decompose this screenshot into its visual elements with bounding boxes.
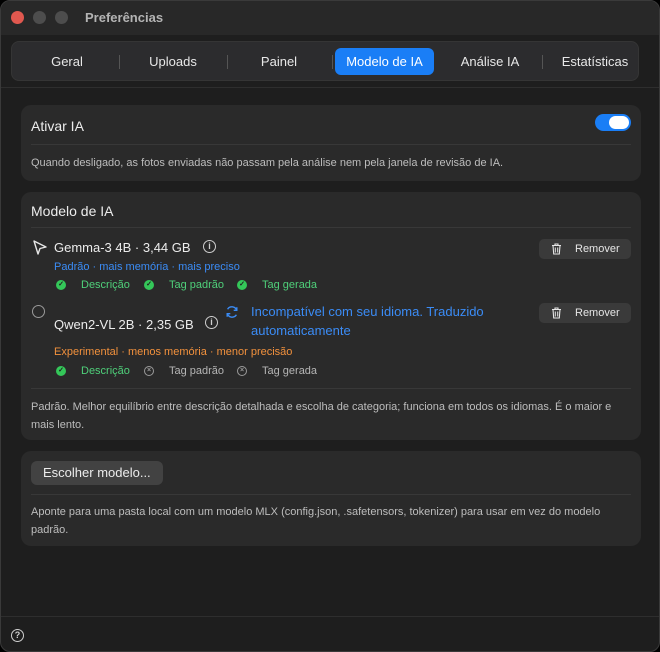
feature-label: Descrição <box>81 279 130 291</box>
model-description: Padrão. Melhor equilíbrio entre descriçã… <box>31 401 612 431</box>
minimize-window-button[interactable] <box>33 11 46 24</box>
remove-model-button[interactable]: Remover <box>539 303 631 323</box>
enable-ai-toggle[interactable] <box>595 114 631 131</box>
zoom-window-button[interactable] <box>55 11 68 24</box>
ai-model-section-title: Modelo de IA <box>31 203 114 219</box>
card-divider <box>31 494 631 495</box>
checkmark-icon: ✓ <box>237 280 247 290</box>
model-radio[interactable] <box>32 305 45 318</box>
enable-ai-description: Quando desligado, as fotos enviadas não … <box>31 157 504 169</box>
feature-label: Tag gerada <box>262 279 318 291</box>
remove-model-button[interactable]: Remover <box>539 239 631 259</box>
card-divider <box>31 144 631 145</box>
ai-model-card: Modelo de IA Gemma-3 4B · 3,44 GB i Padr… <box>21 192 641 440</box>
close-window-button[interactable] <box>11 11 24 24</box>
window-title: Preferências <box>85 10 164 25</box>
card-divider <box>31 388 631 389</box>
enable-ai-label: Ativar IA <box>31 118 84 134</box>
info-icon[interactable]: i <box>205 316 218 329</box>
tab-modelo-de-ia[interactable]: Modelo de IA <box>335 48 434 75</box>
model-name-gemma: Gemma-3 4B · 3,44 GB <box>54 240 191 255</box>
tab-uploads[interactable]: Uploads <box>124 48 222 75</box>
model-tags-gemma: Padrão · mais memória · mais preciso <box>54 261 240 273</box>
info-icon[interactable]: i <box>203 240 216 253</box>
remove-button-label: Remover <box>575 243 620 255</box>
x-circle-icon: × <box>237 366 247 376</box>
x-circle-icon: × <box>144 366 154 376</box>
tab-separator <box>227 55 228 69</box>
checkmark-icon: ✓ <box>144 280 154 290</box>
incompatible-language-warning: Incompatível com seu idioma. Traduzido a… <box>251 304 484 338</box>
tab-separator <box>119 55 120 69</box>
tab-painel[interactable]: Painel <box>230 48 328 75</box>
feature-label: Tag gerada <box>262 365 318 377</box>
custom-model-card: Escolher modelo... Aponte para uma pasta… <box>21 451 641 546</box>
checkmark-icon: ✓ <box>56 366 66 376</box>
remove-button-label: Remover <box>575 307 620 319</box>
model-name-qwen: Qwen2-VL 2B · 2,35 GB <box>54 317 194 332</box>
tab-geral[interactable]: Geral <box>18 48 116 75</box>
title-bar: Preferências <box>1 1 659 35</box>
tab-analise-ia[interactable]: Análise IA <box>440 48 540 75</box>
tab-estatisticas[interactable]: Estatísticas <box>545 48 645 75</box>
preferences-window: Preferências Geral Uploads Painel Modelo… <box>0 0 660 652</box>
feature-label: Descrição <box>81 365 130 377</box>
footer-divider <box>1 616 659 617</box>
custom-model-description: Aponte para uma pasta local com um model… <box>31 506 601 536</box>
tab-separator <box>332 55 333 69</box>
question-circle-icon[interactable]: ? <box>11 629 24 642</box>
choose-model-button[interactable]: Escolher modelo... <box>31 461 163 485</box>
cursor-arrow-icon <box>33 240 47 255</box>
tab-bar: Geral Uploads Painel Modelo de IA Anális… <box>11 41 639 81</box>
model-selected-radio[interactable] <box>32 240 47 255</box>
content-divider <box>1 87 659 88</box>
refresh-icon <box>226 306 238 318</box>
enable-ai-card: Ativar IA Quando desligado, as fotos env… <box>21 105 641 181</box>
model-tags-qwen: Experimental · menos memória · menor pre… <box>54 346 293 358</box>
checkmark-icon: ✓ <box>56 280 66 290</box>
feature-label: Tag padrão <box>169 279 225 291</box>
toggle-knob <box>609 116 629 129</box>
feature-label: Tag padrão <box>169 365 225 377</box>
tab-separator <box>542 55 543 69</box>
card-divider <box>31 227 631 228</box>
trash-icon <box>552 307 561 319</box>
trash-icon <box>552 243 561 255</box>
